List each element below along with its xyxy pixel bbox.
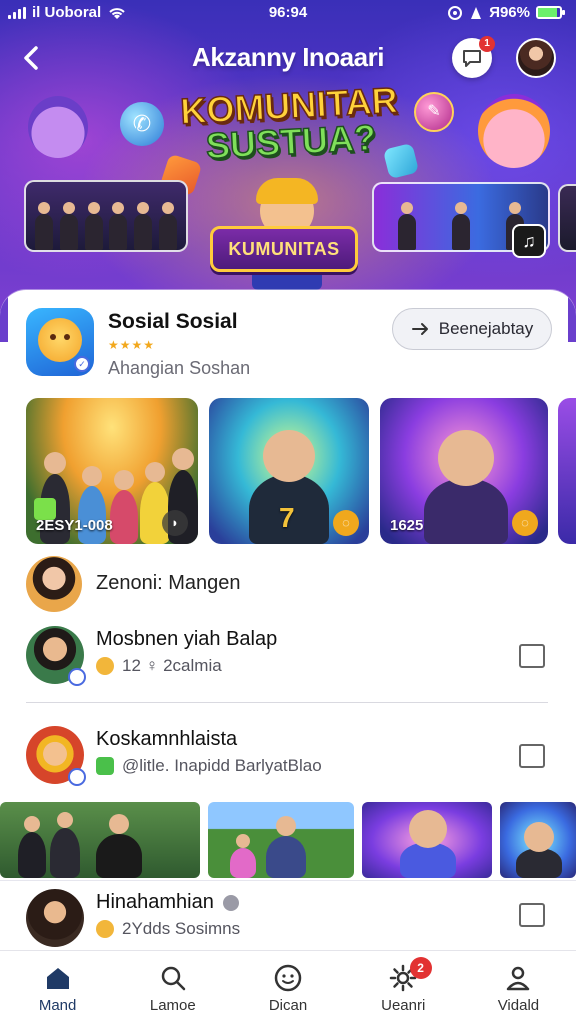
photo-strip — [0, 802, 576, 882]
community-hero: il Uoboral 96:94 Я96% Akzanny Inoaari 1 … — [0, 0, 576, 320]
list-item-meta: 2Ydds Sosimns — [122, 919, 241, 938]
cartoon-character-left — [28, 96, 88, 158]
select-checkbox[interactable] — [519, 903, 545, 927]
tab-search[interactable]: Lamoe — [115, 951, 230, 1024]
hero-photo-group[interactable] — [24, 180, 188, 252]
media-tile[interactable] — [558, 398, 576, 544]
media-tiles: 2ESY1-008 ◗ 7 ◌ 1625 ◌ — [0, 398, 576, 546]
media-tile[interactable]: 1625 ◌ — [380, 398, 548, 544]
avatar[interactable] — [26, 726, 86, 786]
profile-avatar[interactable] — [516, 38, 556, 78]
emoji-icon — [96, 920, 114, 938]
avatar[interactable] — [26, 889, 84, 947]
reaction-icon[interactable]: ◌ — [512, 510, 538, 536]
hero-photo-partial[interactable] — [558, 184, 576, 252]
tab-label: Mand — [38, 997, 77, 1014]
notification-badge: 1 — [479, 36, 495, 52]
group-header: ✓ Sosial Sosial ★★★★ Ahangian Soshan Bee… — [0, 304, 576, 390]
tile-caption: 2ESY1-008 — [36, 517, 113, 534]
list-item-subtitle: 12 ♀ 2calmia — [96, 656, 222, 676]
list-item-name: Hinahamhian — [96, 891, 214, 913]
notification-badge: 2 — [409, 957, 432, 979]
community-sign: KUMUNITAS — [210, 226, 358, 272]
tile-caption: 1625 — [390, 517, 424, 534]
status-icon — [96, 757, 114, 775]
search-icon — [161, 966, 186, 991]
tile-caption: 7 — [279, 502, 295, 533]
list-item-title: Hinahamhian — [96, 891, 240, 914]
top-nav: Akzanny Inoaari 1 — [0, 32, 576, 84]
photo-thumbnail[interactable] — [500, 802, 576, 878]
avatar[interactable] — [26, 556, 82, 612]
media-tile[interactable]: 2ESY1-008 ◗ — [26, 398, 198, 544]
tab-label: Ueanri — [381, 997, 426, 1014]
battery-percent: Я96% — [489, 4, 530, 21]
list-item-title: Koskamnhlaista — [96, 728, 238, 750]
select-checkbox[interactable] — [519, 744, 545, 768]
tab-label: Vidald — [497, 997, 540, 1014]
arrow-right-icon — [411, 323, 428, 335]
verified-icon — [68, 768, 86, 786]
list-item[interactable]: Hinahamhian 2Ydds Sosimns — [0, 880, 576, 950]
join-button[interactable]: Beenejabtay — [392, 308, 552, 350]
rating-stars: ★★★★ — [108, 338, 156, 352]
list-item[interactable]: Koskamnhlaista @litle. Inapidd BarlyatBl… — [0, 726, 576, 798]
nfc-icon — [471, 6, 482, 19]
list-item-meta: @litle. Inapidd BarlyatBlao — [122, 756, 322, 775]
select-checkbox[interactable] — [519, 644, 545, 668]
list-item-subtitle: @litle. Inapidd BarlyatBlao — [96, 756, 322, 776]
photo-thumbnail[interactable] — [362, 802, 492, 878]
sticker-orb-icon: ✎ — [414, 92, 454, 132]
reaction-icon[interactable]: ◌ — [333, 510, 359, 536]
status-right: Я96% — [447, 4, 565, 21]
members-section-header: Zenoni: Mangen — [0, 554, 576, 614]
tab-profile[interactable]: Vidald — [461, 951, 576, 1024]
join-label: Beenejabtay — [438, 319, 534, 338]
play-icon[interactable]: ◗ — [162, 510, 188, 536]
cartoon-character-right — [478, 94, 550, 168]
smiley-icon — [274, 964, 302, 992]
home-icon — [46, 968, 69, 989]
tiktok-icon[interactable]: ♫ — [512, 224, 546, 258]
tab-home[interactable]: Mand — [0, 951, 115, 1024]
bottom-navigation: Mand Lamoe Dican 2 Ueanri Vidald — [0, 950, 576, 1024]
group-name: Sosial Sosial — [108, 310, 238, 333]
avatar[interactable] — [26, 626, 86, 686]
emoji-icon — [96, 657, 114, 675]
verified-icon: ✓ — [74, 356, 90, 372]
section-title: Zenoni: Mangen — [96, 572, 241, 594]
media-tile[interactable]: 7 ◌ — [209, 398, 369, 544]
group-subtitle: Ahangian Soshan — [108, 358, 251, 378]
list-item-subtitle: 2Ydds Sosimns — [96, 919, 240, 939]
photo-thumbnail[interactable] — [208, 802, 354, 878]
divider — [26, 702, 548, 703]
list-item-title: Mosbnen yiah Balap — [96, 628, 278, 650]
badge-icon — [223, 894, 240, 911]
tab-label: Lamoe — [149, 997, 196, 1014]
tab-social[interactable]: Dican — [230, 951, 345, 1024]
group-logo[interactable]: ✓ — [26, 308, 94, 376]
photo-thumbnail[interactable] — [0, 802, 200, 878]
community-content: ✓ Sosial Sosial ★★★★ Ahangian Soshan Bee… — [0, 290, 576, 950]
location-icon — [448, 5, 463, 20]
verified-icon — [68, 668, 86, 686]
tab-label: Dican — [268, 997, 308, 1014]
messages-button[interactable]: 1 — [452, 36, 495, 78]
list-item[interactable]: Mosbnen yiah Balap 12 ♀ 2calmia — [0, 626, 576, 698]
profile-icon — [507, 966, 530, 991]
list-item-meta: 12 ♀ 2calmia — [122, 656, 222, 675]
battery-icon — [536, 6, 565, 19]
chat-icon — [463, 50, 481, 67]
tab-settings[interactable]: 2 Ueanri — [346, 951, 461, 1024]
status-bar: il Uoboral 96:94 Я96% — [0, 0, 576, 26]
